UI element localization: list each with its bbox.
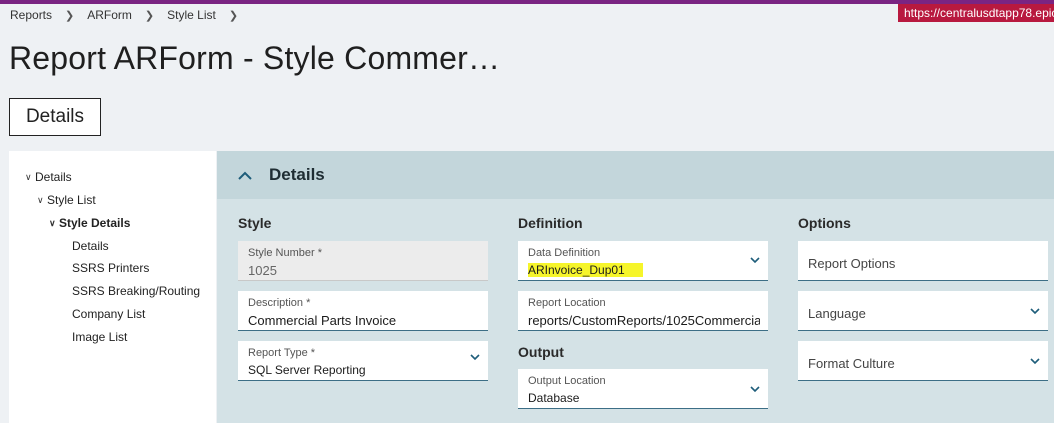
field-label: Report Type * bbox=[248, 347, 316, 359]
breadcrumb-style-list[interactable]: Style List bbox=[167, 8, 216, 22]
details-panel-header[interactable]: Details bbox=[217, 151, 1054, 199]
format-culture-select[interactable]: Format Culture bbox=[798, 341, 1048, 381]
field-label: Language bbox=[808, 306, 866, 321]
tree-item-label: Image List bbox=[72, 330, 128, 344]
field-value: SQL Server Reporting bbox=[248, 363, 366, 377]
tree-item-image-list[interactable]: Image List bbox=[72, 330, 127, 344]
section-definition-label: Definition bbox=[518, 215, 583, 231]
field-value: Database bbox=[528, 391, 580, 405]
breadcrumb: Reports ❯ ARForm ❯ Style List ❯ bbox=[10, 8, 251, 22]
report-options-button[interactable]: Report Options bbox=[798, 241, 1048, 281]
chevron-down-icon[interactable]: ∨ bbox=[49, 218, 59, 229]
breadcrumb-chevron-icon: ❯ bbox=[65, 9, 75, 22]
tree-item-ssrs-breaking-routing[interactable]: SSRS Breaking/Routing bbox=[72, 284, 200, 298]
field-label: Format Culture bbox=[808, 356, 895, 371]
field-label: Report Options bbox=[808, 256, 896, 271]
output-location-select[interactable]: Output Location Database bbox=[518, 369, 768, 409]
chevron-down-icon[interactable] bbox=[470, 354, 480, 361]
chevron-down-icon[interactable] bbox=[1030, 358, 1040, 365]
chevron-down-icon[interactable] bbox=[750, 386, 760, 393]
browser-top-bar bbox=[0, 0, 1054, 4]
tree-item-details[interactable]: ∨ Details bbox=[25, 170, 72, 184]
breadcrumb-arform[interactable]: ARForm bbox=[87, 8, 132, 22]
section-options-label: Options bbox=[798, 215, 851, 231]
description-field[interactable]: Description * Commercial Parts Invoice bbox=[238, 291, 488, 331]
tree-item-label: Style Details bbox=[59, 216, 131, 230]
field-label: Report Location bbox=[528, 297, 606, 309]
tree-item-label: Company List bbox=[72, 307, 146, 321]
tree-item-label: Details bbox=[35, 170, 72, 184]
chevron-down-icon[interactable] bbox=[750, 257, 760, 264]
details-panel: Details Style Definition Options Output … bbox=[217, 151, 1054, 423]
breadcrumb-reports[interactable]: Reports bbox=[10, 8, 52, 22]
data-definition-select[interactable]: Data Definition ARInvoice_Dup01 bbox=[518, 241, 768, 281]
chevron-down-icon[interactable]: ∨ bbox=[37, 195, 47, 206]
chevron-down-icon[interactable]: ∨ bbox=[25, 172, 35, 183]
field-value[interactable]: reports/CustomReports/1025CommercialPart… bbox=[528, 313, 760, 328]
url-tooltip: https://centralusdtapp78.epic bbox=[898, 4, 1054, 22]
chevron-down-icon[interactable] bbox=[1030, 308, 1040, 315]
section-style-label: Style bbox=[238, 215, 272, 231]
field-value: 1025 bbox=[248, 263, 277, 278]
report-type-select[interactable]: Report Type * SQL Server Reporting bbox=[238, 341, 488, 381]
tree-item-details-leaf[interactable]: Details bbox=[72, 239, 109, 253]
sidebar-tree: ∨ Details ∨ Style List ∨ Style Details D… bbox=[9, 151, 216, 423]
tree-item-ssrs-printers[interactable]: SSRS Printers bbox=[72, 261, 149, 275]
details-panel-title: Details bbox=[269, 165, 325, 184]
tree-item-label: Style List bbox=[47, 193, 96, 207]
language-select[interactable]: Language bbox=[798, 291, 1048, 331]
tree-item-label: Details bbox=[72, 239, 109, 253]
style-number-field: Style Number * 1025 bbox=[238, 241, 488, 281]
field-label: Description * bbox=[248, 297, 311, 309]
breadcrumb-chevron-icon: ❯ bbox=[144, 9, 155, 22]
field-value: ARInvoice_Dup01 bbox=[528, 263, 643, 277]
field-label: Output Location bbox=[528, 375, 606, 387]
tree-item-style-list[interactable]: ∨ Style List bbox=[37, 193, 96, 207]
tree-item-label: SSRS Printers bbox=[72, 261, 150, 275]
chevron-up-icon[interactable] bbox=[238, 171, 254, 180]
tree-item-label: SSRS Breaking/Routing bbox=[72, 284, 201, 298]
breadcrumb-chevron-icon: ❯ bbox=[228, 9, 239, 22]
report-location-field[interactable]: Report Location reports/CustomReports/10… bbox=[518, 291, 768, 331]
field-value[interactable]: Commercial Parts Invoice bbox=[248, 313, 396, 328]
tree-item-company-list[interactable]: Company List bbox=[72, 307, 145, 321]
section-output-label: Output bbox=[518, 344, 564, 360]
tab-details[interactable]: Details bbox=[9, 98, 101, 136]
page-title: Report ARForm - Style Commer… bbox=[9, 40, 501, 76]
tree-item-style-details[interactable]: ∨ Style Details bbox=[49, 216, 130, 230]
field-label: Data Definition bbox=[528, 247, 601, 259]
field-label: Style Number * bbox=[248, 247, 322, 259]
